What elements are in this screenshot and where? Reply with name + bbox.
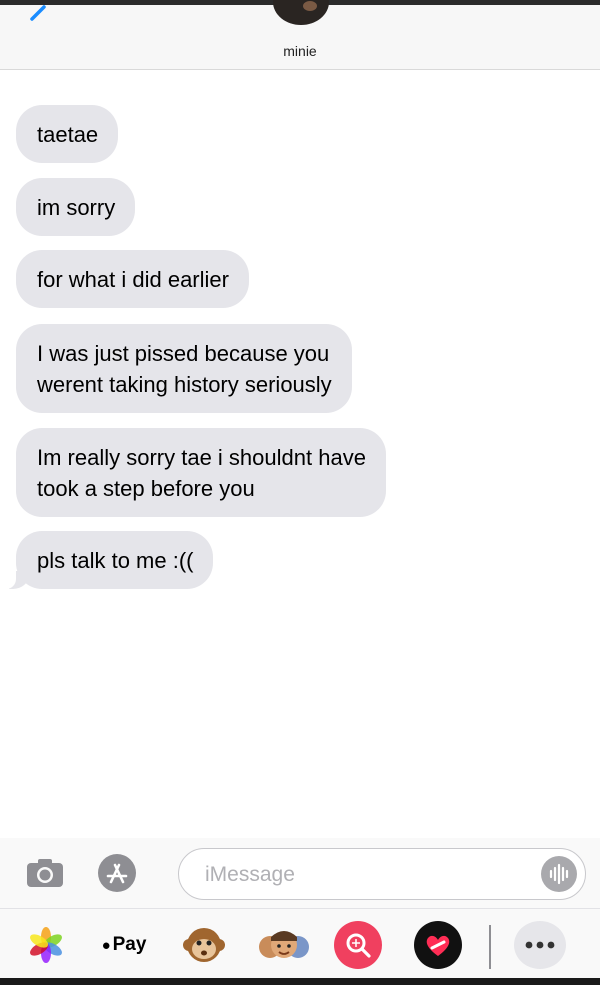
audio-message-button[interactable]	[541, 856, 577, 892]
camera-icon[interactable]	[26, 858, 64, 888]
memoji-icon[interactable]	[256, 921, 312, 969]
conversation-header: minie	[0, 0, 600, 70]
more-apps-icon[interactable]	[514, 921, 566, 969]
contact-avatar[interactable]	[273, 0, 329, 25]
message-thread: taetae im sorry for what i did earlier I…	[0, 70, 600, 838]
message-bubble[interactable]: for what i did earlier	[16, 250, 249, 308]
app-store-icon	[106, 863, 128, 884]
photos-app-icon[interactable]	[22, 921, 70, 969]
message-bubble[interactable]: taetae	[16, 105, 119, 163]
waveform-icon	[549, 863, 569, 885]
back-chevron-icon[interactable]	[22, 5, 52, 35]
drawer-separator	[489, 925, 491, 969]
imessage-input[interactable]: iMessage	[178, 848, 586, 900]
animoji-monkey-icon[interactable]	[180, 921, 228, 969]
message-bubble[interactable]: I was just pissed because you werent tak…	[16, 324, 352, 413]
app-store-button[interactable]	[98, 854, 136, 892]
image-search-icon[interactable]	[334, 921, 382, 969]
apple-pay-label: Pay	[112, 934, 147, 955]
app-drawer: ● Pay	[0, 908, 600, 979]
imessage-placeholder: iMessage	[205, 863, 295, 886]
digital-touch-icon[interactable]	[414, 921, 462, 969]
message-composer: iMessage	[0, 838, 600, 908]
bottom-strip	[0, 978, 600, 985]
message-bubble[interactable]: im sorry	[16, 178, 136, 236]
contact-name[interactable]: minie	[0, 43, 600, 59]
apple-pay-button[interactable]: ● Pay	[96, 921, 152, 969]
message-bubble-last[interactable]: pls talk to me :((	[3, 531, 214, 589]
message-bubble[interactable]: Im really sorry tae i shouldnt have took…	[16, 428, 386, 517]
apple-logo-icon: ●	[101, 936, 111, 954]
